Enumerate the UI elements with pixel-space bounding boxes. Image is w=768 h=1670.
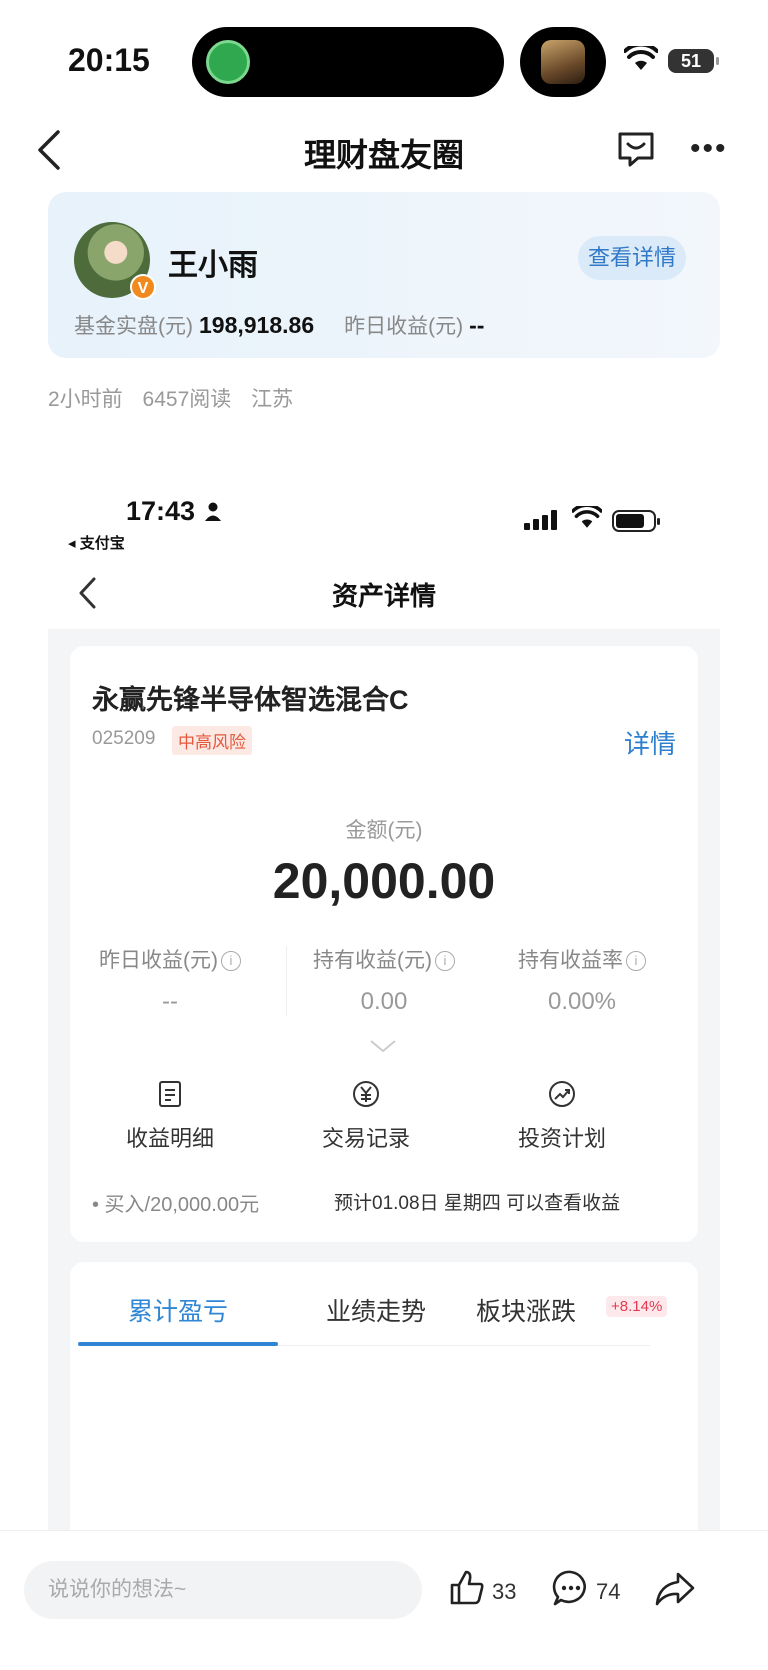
media-thumbnail: [541, 40, 585, 84]
post-reads: 6457阅读: [142, 388, 232, 411]
fund-holding-value: 198,918.86: [199, 312, 315, 338]
comment-icon[interactable]: [552, 1569, 590, 1607]
yesterday-income-value: --: [469, 312, 485, 338]
more-options-icon[interactable]: •••: [690, 134, 728, 164]
amount-label: 金额(元): [345, 819, 423, 842]
user-name[interactable]: 王小雨: [168, 240, 258, 284]
post-location: 江苏: [251, 388, 294, 411]
action-investment-plan: 投资计划: [462, 1080, 662, 1153]
info-icon: i: [221, 951, 241, 971]
user-card[interactable]: V 王小雨 查看详情 基金实盘(元) 198,918.86 昨日收益(元) --: [48, 192, 720, 358]
stat-holding-income: 持有收益(元) i 0.00: [284, 944, 484, 1016]
action-label: 收益明细: [125, 1126, 214, 1151]
battery-indicator: 51: [668, 49, 719, 73]
stat-value: --: [162, 988, 178, 1015]
message-icon[interactable]: [616, 130, 656, 168]
sector-change-badge: +8.14%: [606, 1296, 668, 1317]
info-icon: i: [435, 951, 455, 971]
comment-input[interactable]: 说说你的想法~: [24, 1561, 422, 1619]
document-icon: [159, 1081, 181, 1107]
stat-label: 持有收益(元): [313, 949, 432, 972]
stat-label: 昨日收益(元): [99, 949, 218, 972]
yesterday-income-label: 昨日收益(元): [344, 315, 464, 338]
screenshot-battery-icon: [612, 510, 660, 532]
post-image[interactable]: 17:43 ◂ 支付宝 资产详情 永赢先锋半导体智选混合C 025209 中高风…: [48, 474, 720, 1530]
status-bar: 20:15 51: [0, 0, 768, 110]
stat-yesterday: 昨日收益(元) i --: [70, 944, 270, 1016]
screenshot-wifi-icon: [572, 506, 602, 528]
bottom-bar: 说说你的想法~ 33 74: [0, 1530, 768, 1670]
stat-label: 持有收益率: [518, 949, 623, 972]
chevron-down-icon: [370, 1040, 396, 1053]
view-details-button[interactable]: 查看详情: [578, 236, 687, 280]
trend-icon: [549, 1081, 575, 1107]
amount-value: 20,000.00: [272, 853, 496, 909]
yuan-icon: [353, 1081, 379, 1107]
fund-card: 永赢先锋半导体智选混合C 025209 中高风险 详情 金额(元) 20,000…: [70, 646, 698, 1242]
screenshot-title: 资产详情: [331, 581, 436, 611]
active-tab-indicator: [78, 1342, 278, 1346]
back-to-app-label: ◂ 支付宝: [68, 535, 125, 552]
action-label: 投资计划: [517, 1126, 606, 1151]
fund-holding-label: 基金实盘(元): [74, 315, 193, 338]
stat-holding-rate: 持有收益率 i 0.00%: [482, 944, 682, 1016]
info-icon: i: [626, 951, 646, 971]
screenshot-time: 17:43: [126, 496, 196, 526]
call-activity-icon: [206, 40, 250, 84]
user-stats: 基金实盘(元) 198,918.86 昨日收益(元) --: [74, 310, 484, 340]
tab-cumulative-pnl: 累计盈亏: [128, 1298, 229, 1326]
stat-value: 0.00%: [547, 988, 617, 1015]
buy-note: 预计01.08日 星期四 可以查看收益: [334, 1193, 621, 1214]
tabs-card: 累计盈亏 业绩走势 板块涨跌 +8.14%: [70, 1262, 698, 1530]
comment-count: 74: [596, 1579, 621, 1604]
fund-detail-link: 详情: [623, 729, 676, 759]
like-count: 33: [492, 1579, 517, 1604]
verified-badge-icon: V: [130, 274, 156, 300]
avatar[interactable]: V: [74, 222, 156, 300]
risk-badge: 中高风险: [172, 726, 252, 755]
status-time: 20:15: [68, 42, 150, 78]
screenshot-header: 17:43 ◂ 支付宝 资产详情: [48, 474, 720, 629]
fund-code: 025209: [92, 728, 156, 749]
post-meta: 2小时前 6457阅读 江苏: [48, 383, 307, 413]
dynamic-island: [192, 27, 504, 97]
share-icon[interactable]: [654, 1571, 696, 1607]
action-label: 交易记录: [321, 1126, 410, 1151]
action-trade-records: 交易记录: [266, 1080, 466, 1153]
wifi-icon: [624, 46, 658, 70]
cell-signal-icon: [524, 510, 557, 530]
action-income-detail: 收益明细: [70, 1080, 270, 1153]
nav-bar: 理财盘友圈 •••: [0, 110, 768, 190]
post-time: 2小时前: [48, 388, 123, 411]
buy-record: • 买入/20,000.00元: [92, 1194, 260, 1216]
media-island: [520, 27, 606, 97]
fund-name: 永赢先锋半导体智选混合C: [92, 685, 409, 715]
tab-performance: 业绩走势: [326, 1298, 427, 1326]
like-icon[interactable]: [448, 1569, 486, 1607]
stat-value: 0.00: [360, 988, 408, 1015]
person-icon: [205, 502, 221, 521]
tab-sector: 板块涨跌: [476, 1298, 577, 1326]
